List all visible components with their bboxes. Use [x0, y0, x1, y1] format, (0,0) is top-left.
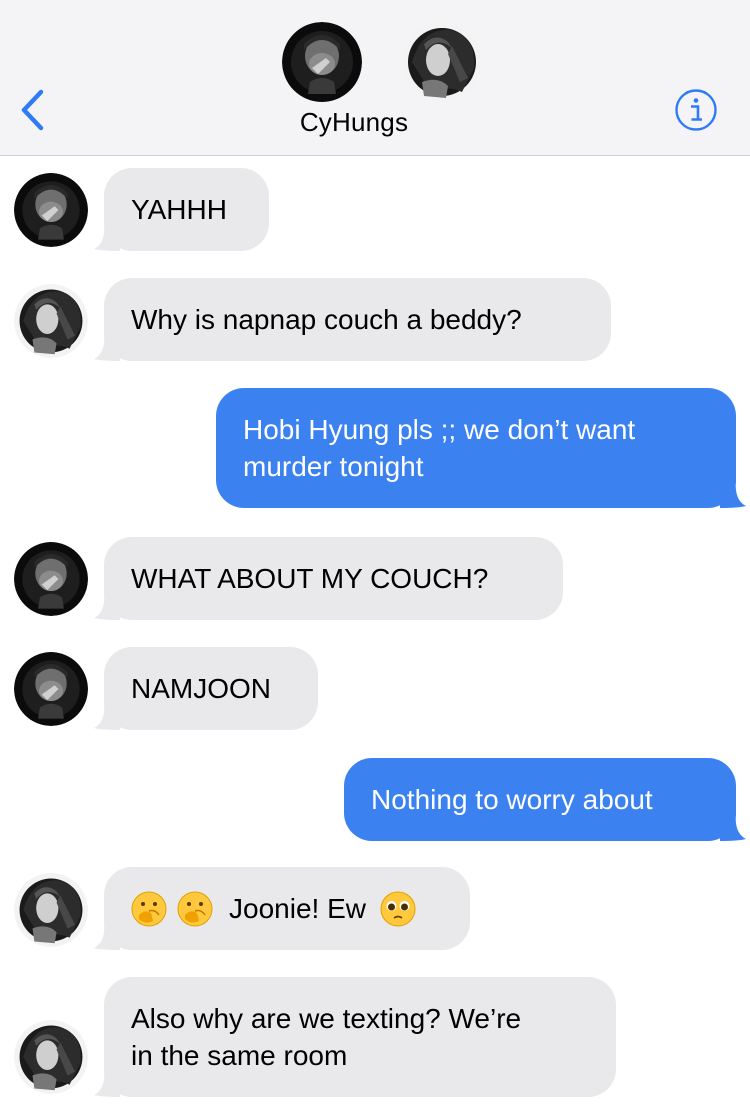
incoming-message[interactable]: YAHHH — [94, 168, 269, 251]
incoming-message[interactable]: NAMJOON — [94, 647, 318, 730]
group-member-avatar — [402, 22, 482, 102]
outgoing-message[interactable]: Hobi Hyung pls ;; we don’t want murder t… — [216, 388, 746, 508]
sender-avatar[interactable] — [14, 542, 88, 616]
outgoing-message[interactable]: Nothing to worry about — [344, 758, 746, 841]
info-icon — [675, 89, 717, 131]
face-with-hand-over-mouth-icon — [177, 890, 213, 927]
incoming-message[interactable]: Joonie! Ew — [94, 867, 470, 950]
face-with-hand-over-mouth-icon — [131, 890, 167, 927]
sender-avatar[interactable] — [14, 873, 88, 947]
message-text: Also why are we texting? We’re in the sa… — [131, 1003, 522, 1071]
sender-avatar[interactable] — [14, 173, 88, 247]
group-member-avatar — [282, 22, 362, 102]
message-content: Joonie! Ew — [131, 890, 443, 927]
sender-avatar[interactable] — [14, 652, 88, 726]
message-text: Joonie! Ew — [229, 893, 366, 924]
incoming-message[interactable]: WHAT ABOUT MY COUCH? — [94, 537, 563, 620]
message-text: Nothing to worry about — [371, 784, 653, 815]
message-text: YAHHH — [131, 194, 227, 225]
incoming-message[interactable]: Why is napnap couch a beddy? — [94, 278, 611, 361]
message-text: Hobi Hyung pls ;; we don’t want murder t… — [243, 414, 636, 482]
sender-avatar[interactable] — [14, 284, 88, 358]
pleading-face-icon — [380, 890, 416, 927]
sender-avatar[interactable] — [14, 1020, 88, 1094]
message-text: WHAT ABOUT MY COUCH? — [131, 563, 489, 594]
conversation-header: CyHungs — [0, 0, 750, 156]
conversation-title[interactable]: CyHungs — [0, 107, 708, 138]
incoming-message[interactable]: Also why are we texting? We’re in the sa… — [94, 977, 616, 1097]
message-text: NAMJOON — [131, 673, 271, 704]
message-text: Why is napnap couch a beddy? — [131, 304, 522, 335]
info-button[interactable] — [674, 88, 718, 132]
